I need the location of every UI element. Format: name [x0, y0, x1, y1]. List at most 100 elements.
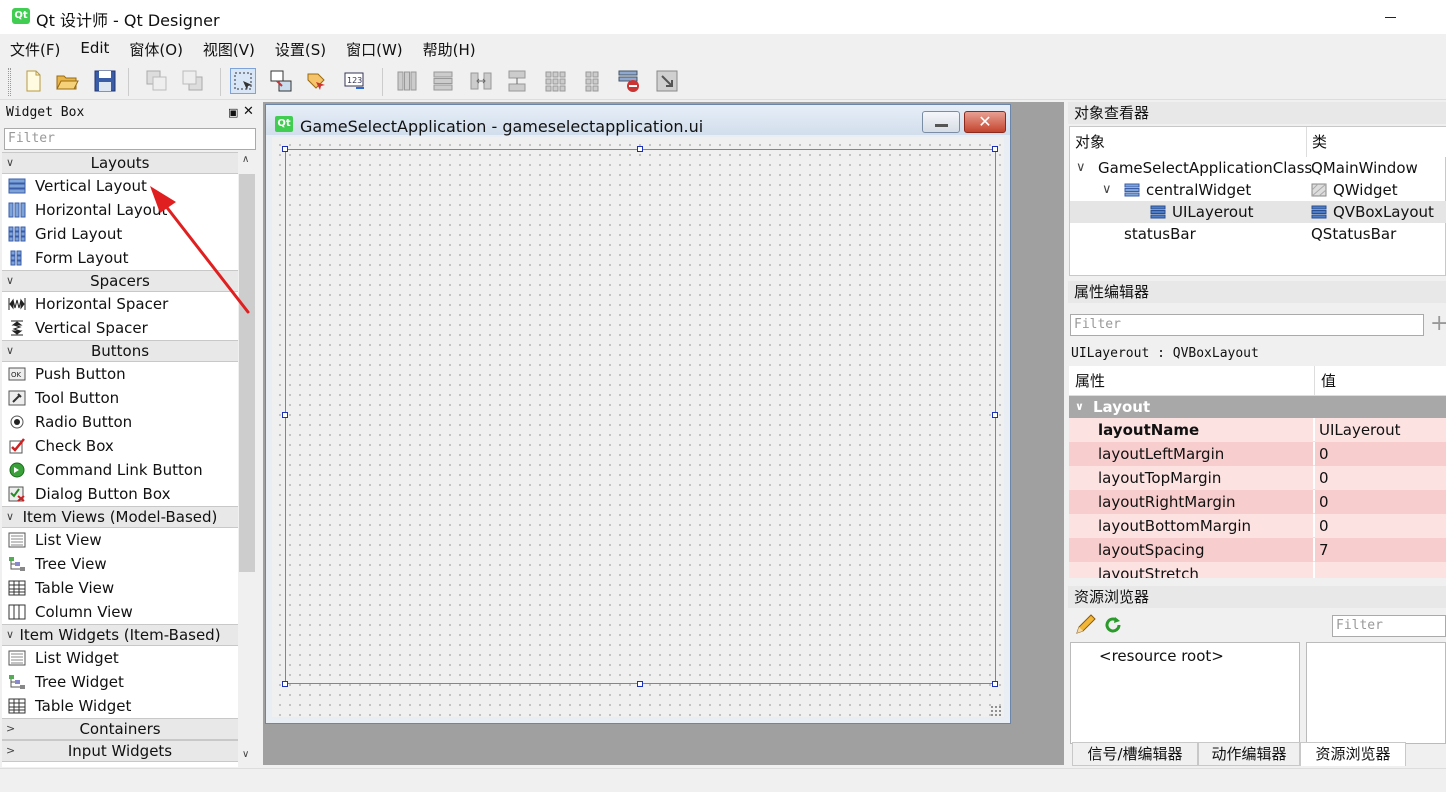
form-minimize-button[interactable]: [922, 111, 960, 133]
property-value[interactable]: 0: [1315, 466, 1446, 490]
widget-radio-button[interactable]: Radio Button: [2, 410, 238, 434]
save-icon[interactable]: [92, 68, 118, 94]
property-row[interactable]: layoutTopMargin 0: [1069, 466, 1446, 490]
layout-vertical-splitter-icon[interactable]: [504, 68, 530, 94]
category-buttons[interactable]: ∨ Buttons: [2, 340, 238, 362]
widget-form-layout[interactable]: Form Layout: [2, 246, 238, 270]
widget-table-view[interactable]: Table View: [2, 576, 238, 600]
edit-widgets-icon[interactable]: [230, 68, 256, 94]
chevron-down-icon[interactable]: ∨: [1076, 157, 1086, 179]
send-to-back-icon[interactable]: [144, 68, 170, 94]
property-value[interactable]: [1315, 562, 1446, 578]
widget-table-widget[interactable]: Table Widget: [2, 694, 238, 718]
widget-push-button[interactable]: OK Push Button: [2, 362, 238, 386]
float-panel-icon[interactable]: ▣: [228, 106, 238, 119]
widget-column-view[interactable]: Column View: [2, 600, 238, 624]
property-group-layout[interactable]: ∨ Layout: [1069, 396, 1446, 418]
widget-vertical-spacer[interactable]: Vertical Spacer: [2, 316, 238, 340]
menu-help[interactable]: 帮助(H): [413, 36, 486, 60]
widget-grid-layout[interactable]: Grid Layout: [2, 222, 238, 246]
resource-filter-input[interactable]: Filter: [1332, 615, 1446, 637]
minimize-window-button[interactable]: [1380, 8, 1400, 28]
property-row[interactable]: layoutBottomMargin 0: [1069, 514, 1446, 538]
resize-handle[interactable]: [282, 146, 288, 152]
property-value[interactable]: 0: [1315, 514, 1446, 538]
adjust-size-icon[interactable]: [654, 68, 680, 94]
resize-handle[interactable]: [282, 681, 288, 687]
column-header-object[interactable]: 对象: [1070, 127, 1306, 157]
property-row[interactable]: layoutRightMargin 0: [1069, 490, 1446, 514]
scrollbar-thumb[interactable]: [239, 174, 255, 572]
size-grip-icon[interactable]: [990, 705, 1002, 717]
tab-signal-slot-editor[interactable]: 信号/槽编辑器: [1072, 742, 1198, 766]
bring-to-front-icon[interactable]: [180, 68, 206, 94]
resize-handle[interactable]: [637, 681, 643, 687]
edit-signals-slots-icon[interactable]: [268, 68, 294, 94]
add-property-icon[interactable]: +: [1430, 313, 1446, 335]
scroll-down-icon[interactable]: ∨: [242, 749, 249, 760]
tab-action-editor[interactable]: 动作编辑器: [1198, 742, 1300, 766]
resize-handle[interactable]: [282, 412, 288, 418]
form-window[interactable]: Qt GameSelectApplication - gameselectapp…: [265, 104, 1011, 724]
layout-grid-icon[interactable]: [542, 68, 568, 94]
resize-handle[interactable]: [992, 146, 998, 152]
widget-tree-view[interactable]: Tree View: [2, 552, 238, 576]
widget-tool-button[interactable]: Tool Button: [2, 386, 238, 410]
property-value[interactable]: UILayerout: [1315, 418, 1446, 442]
property-value[interactable]: 0: [1315, 442, 1446, 466]
category-input-widgets[interactable]: > Input Widgets: [2, 740, 238, 762]
resize-handle[interactable]: [637, 146, 643, 152]
edit-resources-icon[interactable]: [1074, 614, 1096, 636]
edit-buddies-icon[interactable]: [304, 68, 330, 94]
menu-edit[interactable]: Edit: [70, 36, 119, 60]
form-title-bar[interactable]: Qt GameSelectApplication - gameselectapp…: [266, 105, 1010, 136]
form-canvas[interactable]: [272, 137, 1004, 717]
toolbar-grip[interactable]: [8, 68, 11, 96]
widget-horizontal-spacer[interactable]: Horizontal Spacer: [2, 292, 238, 316]
widget-list-view[interactable]: List View: [2, 528, 238, 552]
widget-vertical-layout[interactable]: Vertical Layout: [2, 174, 238, 198]
menu-view[interactable]: 视图(V): [193, 36, 265, 60]
tree-row[interactable]: ∨ GameSelectApplicationClass QMainWindow: [1070, 157, 1446, 179]
property-row[interactable]: layoutStretch: [1069, 562, 1446, 578]
tree-row[interactable]: statusBar QStatusBar: [1070, 223, 1446, 245]
layout-horizontal-splitter-icon[interactable]: [468, 68, 494, 94]
resource-tree[interactable]: <resource root>: [1070, 642, 1300, 744]
menu-file[interactable]: 文件(F): [0, 36, 70, 60]
resource-files-view[interactable]: [1306, 642, 1446, 744]
break-layout-icon[interactable]: [616, 68, 642, 94]
property-value[interactable]: 7: [1315, 538, 1446, 562]
menu-form[interactable]: 窗体(O): [119, 36, 193, 60]
widget-horizontal-layout[interactable]: Horizontal Layout: [2, 198, 238, 222]
tree-row[interactable]: ∨ centralWidget QWidget: [1070, 179, 1446, 201]
category-item-widgets[interactable]: ∨ Item Widgets (Item-Based): [2, 624, 238, 646]
category-spacers[interactable]: ∨ Spacers: [2, 270, 238, 292]
widget-dialog-button-box[interactable]: Dialog Button Box: [2, 482, 238, 506]
close-panel-icon[interactable]: ✕: [243, 104, 254, 119]
widget-box-scrollbar[interactable]: ∧ ∨: [238, 152, 256, 767]
category-item-views[interactable]: ∨ Item Views (Model-Based): [2, 506, 238, 528]
resource-root-item[interactable]: <resource root>: [1099, 647, 1224, 665]
resize-handle[interactable]: [992, 681, 998, 687]
reload-icon[interactable]: [1102, 614, 1124, 636]
tree-row-selected[interactable]: UILayerout QVBoxLayout: [1070, 201, 1446, 223]
property-row[interactable]: layoutName UILayerout: [1069, 418, 1446, 442]
new-file-icon[interactable]: [20, 68, 46, 94]
column-header-value[interactable]: 值: [1314, 366, 1446, 396]
layout-vertical-icon[interactable]: [430, 68, 456, 94]
category-containers[interactable]: > Containers: [2, 718, 238, 740]
widget-check-box[interactable]: Check Box: [2, 434, 238, 458]
form-close-button[interactable]: ✕: [964, 111, 1006, 133]
resize-handle[interactable]: [992, 412, 998, 418]
edit-tab-order-icon[interactable]: 123: [342, 68, 368, 94]
widget-filter-input[interactable]: Filter: [4, 128, 256, 150]
column-header-class[interactable]: 类: [1306, 127, 1446, 157]
layout-horizontal-icon[interactable]: [394, 68, 420, 94]
property-filter-input[interactable]: Filter: [1070, 314, 1424, 336]
property-value[interactable]: 0: [1315, 490, 1446, 514]
chevron-down-icon[interactable]: ∨: [1102, 179, 1112, 201]
widget-tree-widget[interactable]: Tree Widget: [2, 670, 238, 694]
open-folder-icon[interactable]: [54, 68, 80, 94]
menu-window[interactable]: 窗口(W): [336, 36, 413, 60]
property-row[interactable]: layoutLeftMargin 0: [1069, 442, 1446, 466]
